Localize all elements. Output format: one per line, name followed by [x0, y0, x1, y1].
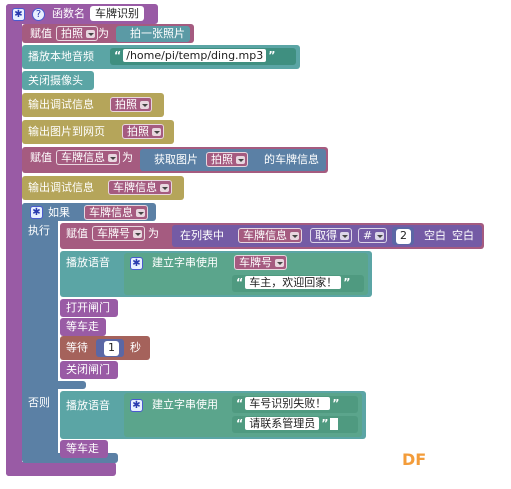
take-photo-label: 拍一张照片 [130, 27, 185, 40]
procedure-name-field[interactable]: 车牌识别 [90, 6, 144, 21]
variable-dropdown-plate-info[interactable]: 车牌信息 [238, 228, 302, 243]
variable-dropdown-photo[interactable]: 拍照 [110, 97, 152, 112]
list-get-mode-dropdown[interactable]: 取得 [310, 228, 352, 243]
procedure-frame-bottom [6, 462, 116, 476]
wait-label: 等待 [66, 341, 88, 354]
then-label: 执行 [28, 224, 50, 237]
procedure-label: 函数名 [52, 7, 85, 20]
to-label: 为 [148, 227, 159, 240]
if-label: 如果 [48, 206, 70, 219]
chevron-down-icon [340, 232, 349, 240]
text-join-gear-icon[interactable]: ✱ [130, 257, 143, 270]
open-gate-label: 打开闸门 [66, 301, 110, 314]
chevron-down-icon [133, 230, 142, 238]
chevron-down-icon [86, 30, 95, 38]
else-divider [22, 381, 86, 389]
chevron-down-icon [140, 101, 149, 109]
chevron-down-icon [290, 232, 299, 240]
chevron-down-icon [275, 259, 284, 267]
df-watermark-logo: DF [402, 450, 427, 469]
assign-label: 赋值 [66, 227, 88, 240]
contact-admin-string[interactable]: “请联系管理员” [232, 416, 358, 433]
chevron-down-icon [375, 232, 385, 240]
close-camera-label: 关闭摄像头 [28, 74, 83, 87]
plate-info-suffix-label: 的车牌信息 [264, 153, 319, 166]
variable-dropdown-photo[interactable]: 拍照 [56, 26, 98, 41]
chevron-down-icon [160, 184, 169, 192]
welcome-string[interactable]: “车主，欢迎回家！” [232, 275, 364, 292]
else-label: 否则 [28, 396, 50, 409]
wait-car-leave-label: 等车走 [66, 442, 99, 455]
create-text-label: 建立字串使用 [152, 256, 218, 269]
procedure-mutator-gear-icon[interactable]: ✱ [12, 8, 25, 21]
variable-dropdown-plate-number[interactable]: 车牌号 [92, 226, 145, 241]
trim-label-1: 空白 [424, 229, 446, 242]
chevron-down-icon [152, 128, 161, 136]
text-join-gear-icon[interactable]: ✱ [130, 399, 143, 412]
to-label: 为 [122, 151, 133, 164]
trim-label-2: 空白 [452, 229, 474, 242]
variable-dropdown-plate-info[interactable]: 车牌信息 [56, 150, 120, 165]
play-local-audio-label: 播放本地音频 [28, 50, 94, 63]
chevron-down-icon [236, 156, 245, 164]
wait-car-leave-label: 等车走 [66, 320, 99, 333]
seconds-label: 秒 [130, 341, 141, 354]
close-gate-label: 关闭闸门 [66, 363, 110, 376]
variable-dropdown-photo[interactable]: 拍照 [206, 152, 248, 167]
play-speech-label: 播放语音 [66, 256, 110, 269]
help-icon[interactable]: ? [32, 8, 45, 21]
variable-dropdown-photo[interactable]: 拍照 [122, 124, 164, 139]
if-block-side [22, 203, 58, 461]
debug-output-label: 输出调试信息 [28, 181, 94, 194]
output-image-web-label: 输出图片到网页 [28, 125, 105, 138]
get-image-label: 获取图片 [154, 153, 198, 166]
recognition-failed-string[interactable]: “车号识别失败！” [232, 396, 358, 413]
assign-label: 赋值 [30, 27, 52, 40]
variable-dropdown-plate-info[interactable]: 车牌信息 [84, 205, 148, 220]
play-speech-label: 播放语音 [66, 399, 110, 412]
chevron-down-icon [136, 209, 145, 217]
chevron-down-icon [108, 154, 117, 162]
index-number-field[interactable]: 2 [396, 229, 411, 244]
wait-number-field[interactable]: 1 [104, 341, 119, 356]
debug-output-label: 输出调试信息 [28, 98, 94, 111]
procedure-frame-side [6, 4, 22, 476]
variable-dropdown-plate-number[interactable]: 车牌号 [234, 255, 287, 270]
list-index-mode-dropdown[interactable]: # [358, 228, 388, 243]
create-text-label: 建立字串使用 [152, 398, 218, 411]
in-list-label: 在列表中 [180, 229, 224, 242]
if-mutator-gear-icon[interactable]: ✱ [30, 206, 43, 219]
variable-dropdown-plate-info[interactable]: 车牌信息 [108, 180, 172, 195]
to-label: 为 [98, 27, 109, 40]
assign-label: 赋值 [30, 151, 52, 164]
audio-path-string[interactable]: “/home/pi/temp/ding.mp3” [110, 48, 296, 65]
